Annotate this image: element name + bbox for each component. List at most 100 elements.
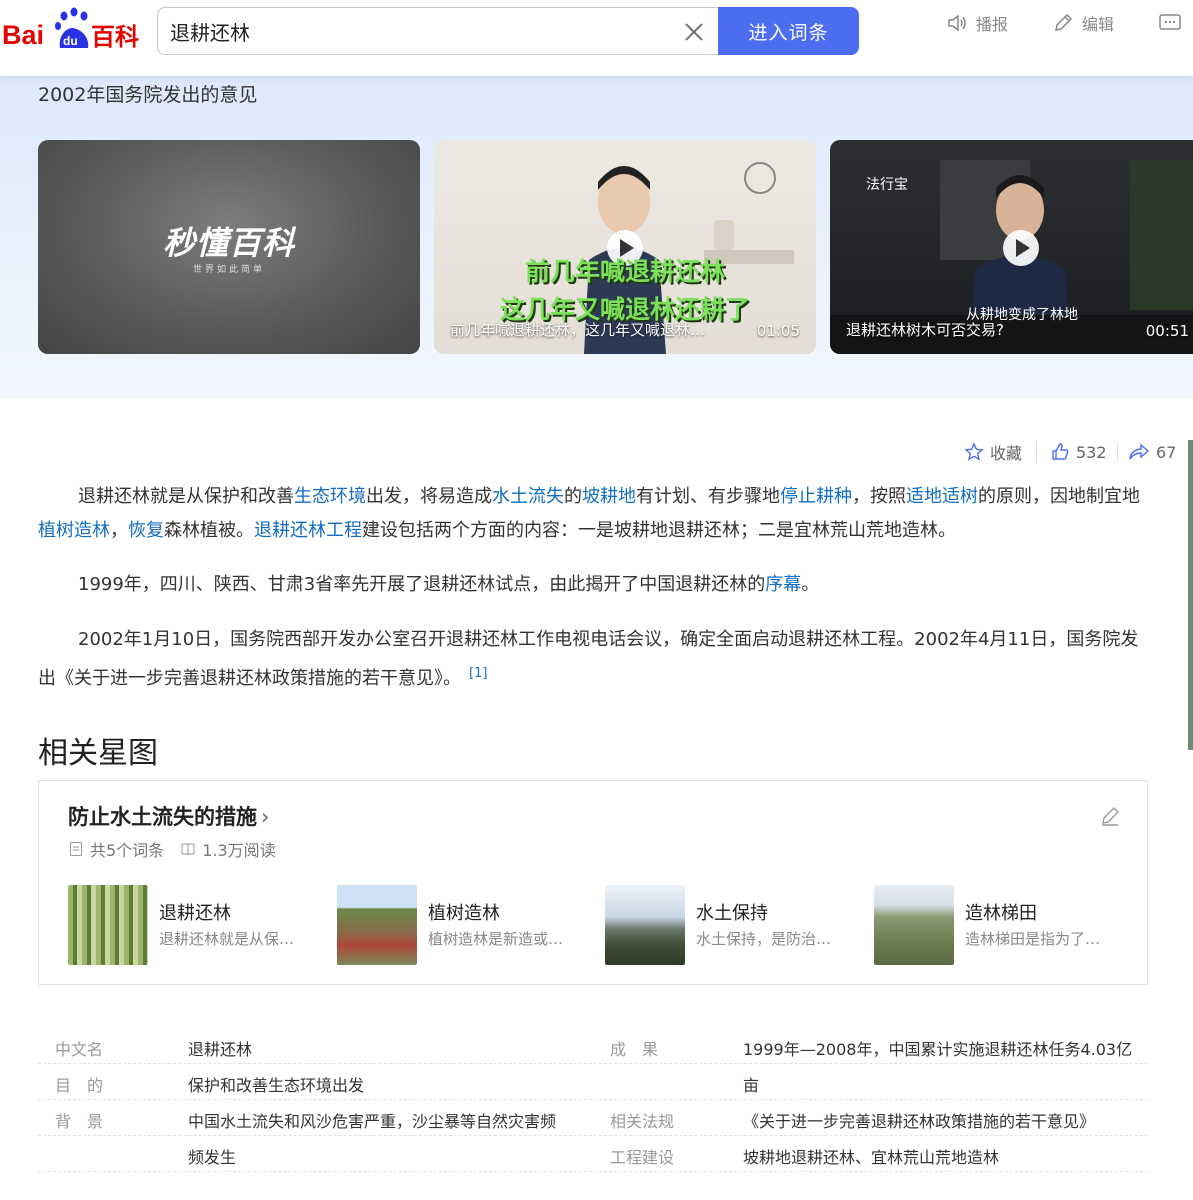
- divider: [1117, 442, 1118, 462]
- infobox-key: 背 景: [55, 1112, 104, 1131]
- related-entry[interactable]: 退耕还林 退耕还林就是从保…: [68, 885, 326, 965]
- infobox-row: 背 景 中国水土流失和风沙危害严重，沙尘暴等自然灾害频 相关法规 《关于进一步完…: [38, 1100, 1148, 1136]
- play-icon[interactable]: [1003, 230, 1039, 266]
- broadcast-label: 播报: [976, 15, 1009, 34]
- speaker-icon: [948, 14, 966, 32]
- entry-name: 造林梯田: [965, 903, 1037, 924]
- video-duration: 00:51: [1145, 322, 1189, 340]
- svg-text:Bai: Bai: [2, 20, 44, 50]
- entry-name: 退耕还林: [159, 903, 231, 924]
- broadcast-button[interactable]: 播报: [946, 10, 1008, 36]
- related-entry[interactable]: 植树造林 植树造林是新造或…: [337, 885, 595, 965]
- search-input[interactable]: [170, 16, 650, 46]
- book-icon: [181, 843, 195, 856]
- related-graph-meta: 共5个词条 1.3万阅读: [68, 837, 276, 861]
- infobox-row: 中文名 退耕还林 成 果 1999年—2008年，中国累计实施退耕还林任务4.0…: [38, 1028, 1148, 1064]
- infobox-row: 目 的 保护和改善生态环境出发 亩: [38, 1064, 1148, 1100]
- history-paragraph: 1999年，四川、陕西、甘肃3省率先开展了退耕还林试点，由此揭开了中国退耕还林的…: [78, 574, 820, 595]
- entry-name: 植树造林: [428, 903, 500, 924]
- side-image-edge: [1188, 440, 1193, 750]
- search-box: [157, 7, 719, 55]
- infobox-value: 1999年—2008年，中国累计实施退耕还林任务4.03亿: [743, 1040, 1133, 1059]
- chevron-right-icon: ›: [261, 805, 270, 829]
- link-site-tree[interactable]: 适地适树: [906, 486, 978, 507]
- entry-thumbnail: [605, 885, 685, 965]
- share-button[interactable]: 67: [1128, 440, 1176, 464]
- favorite-label: 收藏: [990, 444, 1023, 463]
- like-count: 532: [1076, 442, 1107, 462]
- video-card-1[interactable]: 秒懂百科 世界如此简单: [38, 140, 420, 354]
- star-icon: [964, 442, 984, 461]
- video-caption: 前几年喊退耕还林，这几年又喊退林…: [450, 321, 706, 339]
- related-graph-card: 防止水土流失的措施 › 共5个词条 1.3万阅读 退耕还林 退耕还林就是从保… 植…: [38, 780, 1148, 985]
- infobox-key: 相关法规: [610, 1112, 675, 1131]
- entry-description: 植树造林是新造或…: [428, 930, 564, 948]
- entry-description: 造林梯田是指为了…: [965, 930, 1101, 948]
- related-entry[interactable]: 水土保持 水土保持，是防治…: [605, 885, 863, 965]
- infobox-value: 中国水土流失和风沙危害严重，沙尘暴等自然灾害频: [188, 1112, 557, 1131]
- infobox-key: 工程建设: [610, 1148, 675, 1167]
- video-section: 2002年国务院发出的意见 秒懂百科 世界如此简单 前几年喊退耕还林 这几年又喊…: [0, 76, 1193, 398]
- video-card-3[interactable]: 法行宝 从耕地变成了林地 退耕还林树木可否交易? 00:51: [830, 140, 1193, 354]
- infobox-row: 频发生 工程建设 坡耕地退耕还林、宜林荒山荒地造林: [38, 1136, 1148, 1172]
- share-count: 67: [1156, 442, 1177, 462]
- divider: [1036, 442, 1037, 462]
- policy-paragraph: 2002年1月10日，国务院西部开发办公室召开退耕还林工作电视电话会议，确定全面…: [38, 629, 1139, 689]
- infobox-key: 成 果: [610, 1040, 659, 1059]
- svg-text:du: du: [63, 34, 78, 48]
- link-project[interactable]: 退耕还林工程: [254, 520, 362, 541]
- favorite-button[interactable]: 收藏: [964, 440, 1022, 464]
- document-icon: [70, 842, 82, 856]
- top-bar: Bai du 百科 进入词条 播报 编辑: [0, 0, 1193, 76]
- infobox-value: 《关于进一步完善退耕还林政策措施的若干意见》: [743, 1112, 1096, 1131]
- video-channel-name: 法行宝: [866, 177, 908, 193]
- entry-thumbnail: [874, 885, 954, 965]
- infobox-value: 退耕还林: [188, 1040, 253, 1059]
- entry-description: 退耕还林就是从保…: [159, 930, 295, 948]
- link-slope-farmland[interactable]: 坡耕地: [582, 486, 636, 507]
- pencil-icon[interactable]: [1099, 805, 1121, 827]
- like-button[interactable]: 532: [1050, 440, 1107, 464]
- video-brand-subtitle: 世界如此简单: [192, 265, 265, 275]
- infobox-value: 频发生: [188, 1148, 237, 1167]
- comment-button[interactable]: [1158, 10, 1182, 36]
- baidu-baike-logo[interactable]: Bai du 百科: [2, 4, 148, 50]
- related-heading: 相关星图: [38, 736, 158, 771]
- entries-count: 共5个词条: [90, 841, 165, 860]
- read-count: 1.3万阅读: [202, 841, 276, 860]
- clear-icon[interactable]: [682, 20, 706, 44]
- video-duration: 01:05: [756, 322, 800, 340]
- link-ecology[interactable]: 生态环境: [294, 486, 366, 507]
- video-section-title: 2002年国务院发出的意见: [38, 84, 258, 106]
- edit-button[interactable]: 编辑: [1052, 10, 1114, 36]
- entry-thumbnail: [68, 885, 148, 965]
- link-stop-farming[interactable]: 停止耕种: [780, 486, 852, 507]
- entry-description: 水土保持，是防治…: [696, 930, 832, 948]
- video-caption: 退耕还林树木可否交易?: [846, 321, 1004, 339]
- video-card-2[interactable]: 前几年喊退耕还林 这几年又喊退林还耕了 前几年喊退耕还林，这几年又喊退林… 01…: [434, 140, 816, 354]
- thumbs-up-icon: [1052, 443, 1069, 460]
- video-brand: 秒懂百科: [162, 224, 295, 262]
- related-graph-title[interactable]: 防止水土流失的措施 ›: [68, 801, 269, 831]
- pencil-icon: [1055, 13, 1073, 31]
- infobox-key: 中文名: [55, 1040, 104, 1059]
- infobox-value: 坡耕地退耕还林、宜林荒山荒地造林: [743, 1148, 1000, 1167]
- reference-link[interactable]: [1]: [469, 666, 487, 681]
- entry-name: 水土保持: [696, 903, 768, 924]
- edit-label: 编辑: [1082, 15, 1115, 34]
- link-restore[interactable]: 恢复: [128, 520, 164, 541]
- share-icon: [1129, 443, 1150, 460]
- comment-icon: [1159, 14, 1181, 30]
- video-overlay-line1: 前几年喊退耕还林: [524, 257, 725, 286]
- infobox-value: 保护和改善生态环境出发: [188, 1076, 365, 1095]
- entry-thumbnail: [337, 885, 417, 965]
- link-prelude[interactable]: 序幕: [765, 574, 801, 595]
- enter-entry-button[interactable]: 进入词条: [718, 7, 859, 55]
- link-soil-erosion[interactable]: 水土流失: [492, 486, 564, 507]
- infobox-key: 目 的: [55, 1076, 104, 1095]
- related-entry[interactable]: 造林梯田 造林梯田是指为了…: [874, 885, 1132, 965]
- link-afforestation[interactable]: 植树造林: [38, 520, 110, 541]
- svg-text:百科: 百科: [91, 23, 139, 50]
- summary-paragraph: 退耕还林就是从保护和改善生态环境出发，将易造成水土流失的坡耕地有计划、有步骤地停…: [38, 486, 1140, 541]
- infobox-value: 亩: [743, 1076, 760, 1095]
